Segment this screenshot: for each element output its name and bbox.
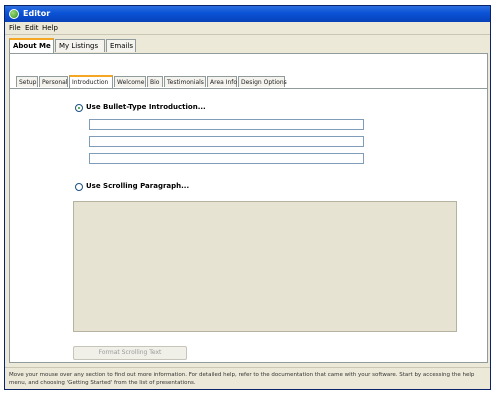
window-title: Editor — [23, 9, 51, 18]
tab-testimonials[interactable]: Testimonials — [164, 76, 206, 87]
footer-divider — [5, 367, 490, 368]
app-window: Editor File Edit Help About Me My Listin… — [4, 5, 491, 390]
tab-setup[interactable]: Setup — [16, 76, 38, 87]
menu-edit[interactable]: Edit — [23, 22, 41, 34]
tab-personal[interactable]: Personal — [39, 76, 68, 87]
tab-emails[interactable]: Emails — [106, 39, 136, 52]
tab-about-me[interactable]: About Me — [9, 38, 54, 53]
bullet-intro-label[interactable]: Use Bullet-Type Introduction... — [86, 103, 206, 111]
tab-bio[interactable]: Bio — [147, 76, 163, 87]
menu-help[interactable]: Help — [40, 22, 60, 34]
scroll-paragraph-radio[interactable] — [75, 183, 83, 191]
tab-introduction[interactable]: Introduction — [69, 75, 113, 88]
tab-my-listings[interactable]: My Listings — [55, 39, 105, 52]
menu-bar: File Edit Help — [5, 22, 490, 34]
format-scrolling-text-button[interactable]: Format Scrolling Text — [73, 346, 187, 360]
bullet-line-3-field[interactable] — [89, 153, 364, 164]
bullet-line-2-field[interactable] — [89, 136, 364, 147]
bullet-intro-radio[interactable] — [75, 104, 83, 112]
bullet-line-1-field[interactable] — [89, 119, 364, 130]
app-icon — [9, 9, 19, 19]
title-bar[interactable]: Editor — [5, 6, 490, 22]
scrolling-paragraph-textarea[interactable] — [73, 201, 457, 332]
menu-divider — [5, 34, 490, 35]
tab-welcome[interactable]: Welcome — [114, 76, 146, 87]
sub-tab-divider — [10, 88, 487, 89]
help-footer-text: Move your mouse over any section to find… — [9, 372, 475, 386]
tab-area-info[interactable]: Area Info — [207, 76, 237, 87]
tab-design-options[interactable]: Design Options — [238, 76, 287, 87]
menu-file[interactable]: File — [7, 22, 23, 34]
scroll-paragraph-label[interactable]: Use Scrolling Paragraph... — [86, 182, 189, 190]
